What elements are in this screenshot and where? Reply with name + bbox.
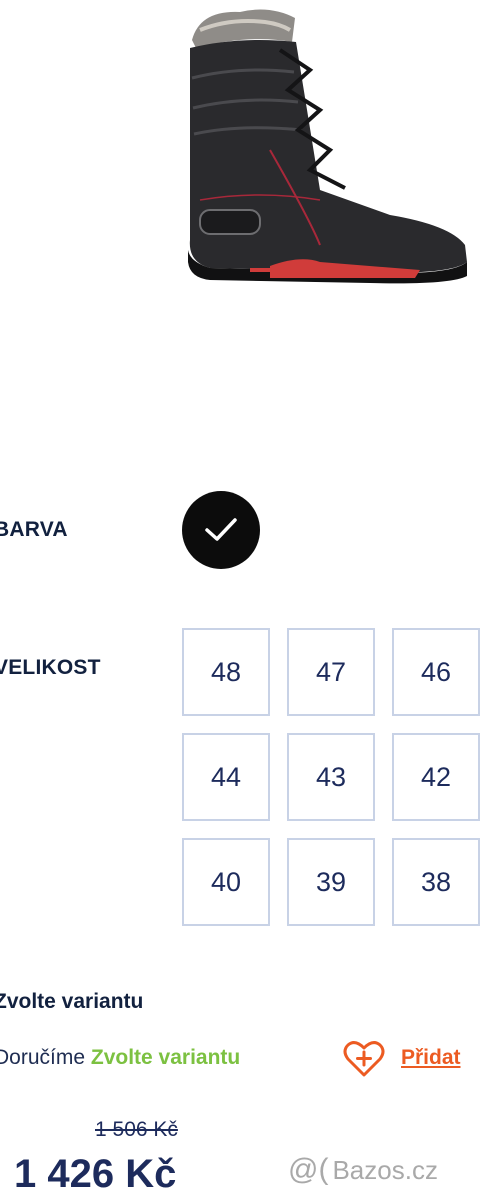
- old-price: 1 506 Kč: [95, 1118, 178, 1141]
- color-label: BARVA: [0, 518, 68, 541]
- add-to-wishlist-link[interactable]: Přidat: [401, 1046, 461, 1070]
- size-option[interactable]: 46: [392, 628, 480, 716]
- size-option[interactable]: 44: [182, 733, 270, 821]
- size-option[interactable]: 42: [392, 733, 480, 821]
- heart-plus-icon: [343, 1041, 385, 1077]
- winter-boot-icon: [188, 9, 468, 284]
- watermark-symbol: @(: [288, 1153, 329, 1186]
- watermark: @( Bazos.cz: [288, 1153, 438, 1187]
- delivery-value: Zvolte variantu: [90, 1046, 241, 1069]
- size-option[interactable]: 48: [182, 628, 270, 716]
- variant-title: Zvolte variantu: [0, 990, 144, 1013]
- check-icon: [205, 518, 237, 541]
- size-option[interactable]: 40: [182, 838, 270, 926]
- product-image: [170, 0, 480, 300]
- delivery-prefix: Doručíme: [0, 1046, 86, 1069]
- current-price: 1 426 Kč: [14, 1152, 177, 1196]
- watermark-text: Bazos.cz: [332, 1154, 438, 1185]
- size-option[interactable]: 47: [287, 628, 375, 716]
- color-swatch-black[interactable]: [182, 491, 260, 569]
- size-option[interactable]: 39: [287, 838, 375, 926]
- delivery-info: Doručíme Zvolte variantu: [0, 1046, 240, 1070]
- wishlist-button[interactable]: [342, 1037, 386, 1081]
- size-option[interactable]: 43: [287, 733, 375, 821]
- size-label: VELIKOST: [0, 656, 101, 679]
- size-option[interactable]: 38: [392, 838, 480, 926]
